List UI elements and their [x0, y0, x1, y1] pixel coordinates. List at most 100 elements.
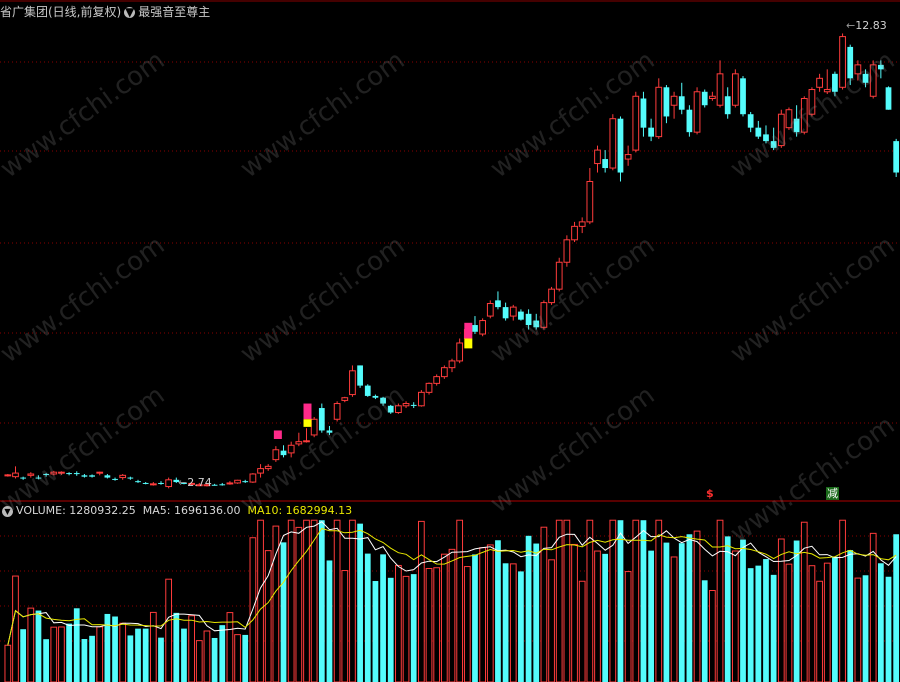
candle-body [731, 73, 739, 106]
candle-body [257, 468, 264, 474]
candle-body [272, 449, 280, 461]
volume-bar [548, 559, 555, 682]
volume-bar [303, 519, 310, 682]
volume-bar [310, 519, 318, 682]
chart-window: 省广集团(日线,前复权) ▼ 最强音至尊主 ←12.83 ←2.74 $ 减 ▼ VO… [0, 0, 900, 682]
volume-bar [326, 560, 333, 682]
indicator-name[interactable]: 最强音至尊主 [138, 5, 210, 19]
candle-body [318, 408, 325, 431]
sell-signal-marker: $ [706, 487, 714, 500]
candle-body [563, 239, 571, 263]
volume-bar [280, 542, 287, 682]
volume-bar [96, 626, 104, 682]
volume-bar [701, 580, 708, 682]
volume-bar [693, 530, 701, 682]
volume-bar [640, 520, 647, 682]
candle-body [364, 385, 371, 396]
volume-bar [763, 559, 769, 682]
candle-body [472, 325, 478, 332]
volume-bar [624, 571, 632, 682]
candle-body [655, 86, 663, 138]
candle-body [158, 482, 164, 484]
volume-bar [58, 626, 65, 682]
volume-bar [533, 543, 540, 682]
candle-body [12, 472, 19, 478]
volume-bar [119, 622, 127, 682]
candle-body [219, 484, 226, 486]
chart-header: 省广集团(日线,前复权) ▼ 最强音至尊主 [0, 3, 210, 19]
candle-body [433, 376, 441, 384]
candle-body [709, 95, 716, 100]
volume-bar [234, 634, 241, 682]
candle-body [417, 391, 425, 407]
volume-bar [663, 542, 670, 682]
volume-bar [181, 628, 187, 682]
candle-body [670, 95, 678, 106]
signal-box [303, 403, 312, 420]
volume-bar [785, 563, 793, 682]
volume-bar [410, 574, 417, 682]
candle-body [609, 118, 617, 169]
volume-bar [127, 635, 134, 682]
candle-body [578, 221, 586, 227]
candle-body [678, 96, 685, 110]
signal-box [464, 322, 473, 339]
volume-bar [885, 576, 892, 682]
candle-body [234, 479, 241, 484]
volume-bar [525, 535, 532, 682]
candle-body [602, 159, 609, 169]
volume-bar [43, 639, 49, 682]
volume-bar [648, 550, 654, 682]
volume-bar [832, 556, 838, 682]
volume-bar [12, 575, 19, 682]
volume-bar [333, 519, 341, 682]
volume-bar [425, 567, 433, 682]
volume-bar [35, 610, 42, 682]
candle-body [226, 482, 234, 485]
volume-bar [27, 607, 35, 682]
volume-bar [295, 526, 303, 682]
volume-bar [4, 644, 12, 682]
candle-body [333, 403, 341, 420]
volume-bar [440, 553, 448, 682]
volume-bar [165, 578, 173, 682]
candle-body [663, 87, 670, 117]
volume-bar [655, 519, 663, 682]
volume-bar [602, 553, 609, 682]
candle-body [885, 87, 892, 110]
candle-body [640, 98, 647, 128]
volume-bar [617, 520, 624, 682]
candle-body [295, 441, 303, 445]
volume-bar [211, 637, 218, 682]
volume-bar [20, 629, 27, 682]
candle-body [571, 225, 578, 241]
volume-bar [349, 519, 356, 682]
volume-bar [66, 623, 72, 682]
chevron-down-icon[interactable]: ▼ [124, 6, 136, 18]
volume-bar [142, 628, 149, 682]
candle-body [142, 482, 149, 484]
volume-bar [433, 567, 441, 682]
candle-body [410, 404, 417, 406]
low-price-label: ←2.74 [178, 476, 212, 489]
volume-bar [847, 550, 854, 682]
candle-body [617, 118, 624, 173]
volume-bar [686, 534, 693, 682]
candle-body [632, 95, 640, 151]
volume-bar [242, 634, 249, 682]
signal-box [273, 430, 282, 439]
candle-body [440, 367, 448, 378]
volume-bar [287, 519, 295, 682]
volume-bar [149, 611, 157, 682]
volume-bar [402, 575, 410, 682]
candle-body [425, 382, 433, 393]
volume-bar [808, 565, 816, 682]
volume-bar [479, 547, 487, 682]
volume-bar [158, 637, 164, 682]
volume-bar [731, 550, 739, 682]
candle-body [280, 450, 287, 456]
volume-bar [709, 590, 716, 682]
candle-body [586, 180, 594, 223]
candle-body [211, 484, 218, 486]
volume-bar [135, 628, 141, 682]
